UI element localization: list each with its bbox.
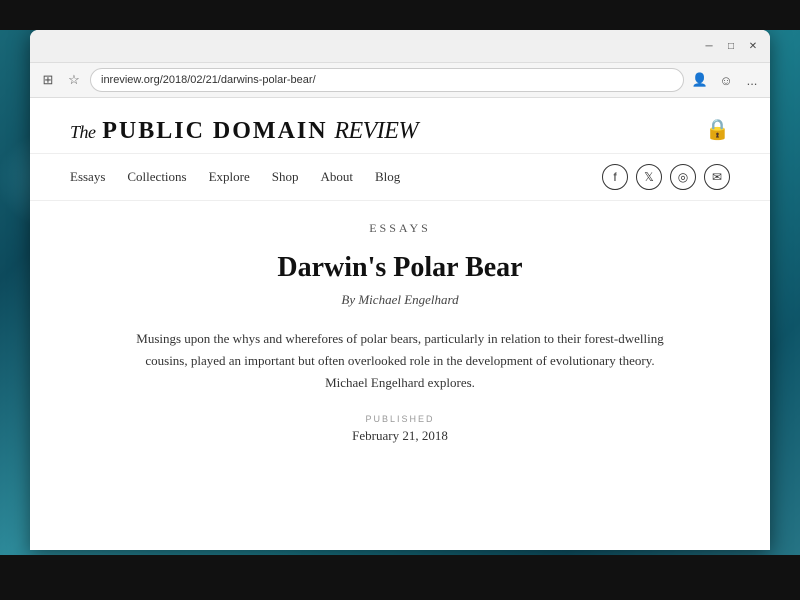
menu-icon[interactable]: ... xyxy=(742,70,762,90)
browser-content: The PUBLIC DOMAIN REVIEW 🔒 Essays Collec… xyxy=(30,98,770,550)
screenshot-icon[interactable]: ⊞ xyxy=(38,70,58,90)
section-label: ESSAYS xyxy=(130,221,670,236)
article-title: Darwin's Polar Bear xyxy=(130,252,670,284)
published-date: February 21, 2018 xyxy=(130,428,670,444)
browser-window: ─ □ ✕ ⊞ ☆ inreview.org/2018/02/21/darwin… xyxy=(30,30,770,550)
email-icon[interactable]: ✉ xyxy=(704,164,730,190)
profile-icon[interactable]: 👤 xyxy=(690,70,710,90)
close-button[interactable]: ✕ xyxy=(746,39,760,53)
site-header: The PUBLIC DOMAIN REVIEW 🔒 xyxy=(30,98,770,154)
twitter-icon[interactable]: 𝕏 xyxy=(636,164,662,190)
site-navigation: Essays Collections Explore Shop About Bl… xyxy=(30,154,770,201)
nav-shop[interactable]: Shop xyxy=(272,169,299,185)
emoji-icon[interactable]: ☺ xyxy=(716,70,736,90)
favorites-icon[interactable]: ☆ xyxy=(64,70,84,90)
published-label: PUBLISHED xyxy=(130,414,670,424)
title-bar: ─ □ ✕ xyxy=(30,30,770,62)
nav-blog[interactable]: Blog xyxy=(375,169,400,185)
site-logo: The PUBLIC DOMAIN REVIEW xyxy=(70,114,418,145)
nav-about[interactable]: About xyxy=(321,169,354,185)
address-bar: ⊞ ☆ inreview.org/2018/02/21/darwins-pola… xyxy=(30,62,770,98)
nav-links: Essays Collections Explore Shop About Bl… xyxy=(70,169,400,185)
maximize-button[interactable]: □ xyxy=(724,39,738,53)
nav-essays[interactable]: Essays xyxy=(70,169,105,185)
article-description: Musings upon the whys and wherefores of … xyxy=(130,328,670,394)
facebook-icon[interactable]: f xyxy=(602,164,628,190)
minimize-button[interactable]: ─ xyxy=(702,39,716,53)
nav-collections[interactable]: Collections xyxy=(127,169,186,185)
article-content: ESSAYS Darwin's Polar Bear By Michael En… xyxy=(30,201,770,464)
lock-icon[interactable]: 🔒 xyxy=(705,117,730,142)
logo-public-domain: PUBLIC DOMAIN xyxy=(102,118,327,144)
taskbar-top xyxy=(0,0,800,30)
logo-review: REVIEW xyxy=(334,118,418,144)
url-input[interactable]: inreview.org/2018/02/21/darwins-polar-be… xyxy=(90,68,684,92)
nav-explore[interactable]: Explore xyxy=(209,169,250,185)
logo-the: The xyxy=(70,122,96,142)
social-icons: f 𝕏 ◎ ✉ xyxy=(602,164,730,190)
taskbar-bottom xyxy=(0,555,800,600)
instagram-icon[interactable]: ◎ xyxy=(670,164,696,190)
article-author: By Michael Engelhard xyxy=(130,292,670,308)
